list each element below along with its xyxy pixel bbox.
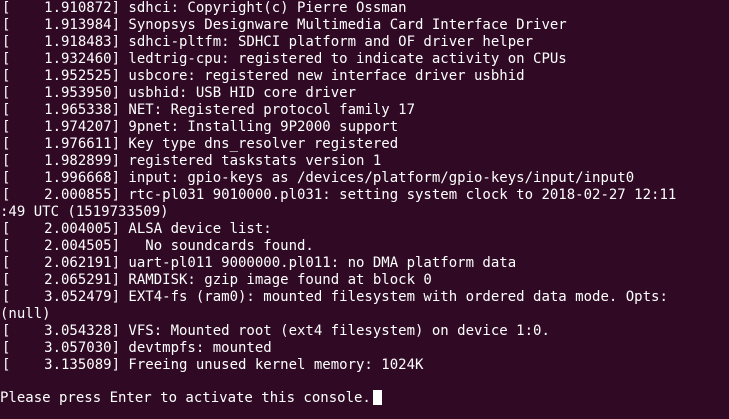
console-prompt: Please press Enter to activate this cons… [0,390,382,407]
terminal-line: [ 1.953950] usbhid: USB HID core driver [2,85,357,101]
terminal-line: [ 1.974207] 9pnet: Installing 9P2000 sup… [2,119,399,135]
terminal-line: [ 1.918483] sdhci-pltfm: SDHCI platform … [2,34,534,50]
terminal-line: :49 UTC (1519733509) [0,204,169,220]
terminal-line: [ 1.913984] Synopsys Designware Multimed… [2,17,567,33]
terminal-line: [ 3.057030] devtmpfs: mounted [2,340,272,356]
terminal-line: [ 3.135089] Freeing unused kernel memory… [2,357,424,373]
terminal-line: (null) [0,306,51,322]
terminal-screen[interactable]: [ 1.910872] sdhci: Copyright(c) Pierre O… [0,0,729,419]
terminal-line: [ 1.910872] sdhci: Copyright(c) Pierre O… [2,0,407,16]
terminal-line: [ 1.952525] usbcore: registered new inte… [2,68,525,84]
terminal-line: [ 1.932460] ledtrig-cpu: registered to i… [2,51,567,67]
terminal-line: [ 1.965338] NET: Registered protocol fam… [2,102,416,118]
terminal-line: [ 2.004505] No soundcards found. [2,238,314,254]
console-prompt-text: Please press Enter to activate this cons… [0,390,371,406]
terminal-line: [ 2.004005] ALSA device list: [2,221,272,237]
terminal-line: [ 1.976611] Key type dns_resolver regist… [2,136,399,152]
terminal-line: [ 2.062191] uart-pl011 9000000.pl011: no… [2,255,517,271]
terminal-line: [ 1.996668] input: gpio-keys as /devices… [2,170,635,186]
terminal-line: [ 2.000855] rtc-pl031 9010000.pl031: set… [2,187,677,203]
terminal-line: [ 3.054328] VFS: Mounted root (ext4 file… [2,323,550,339]
terminal-line: [ 2.065291] RAMDISK: gzip image found at… [2,272,432,288]
terminal-line: [ 3.052479] EXT4-fs (ram0): mounted file… [2,289,668,305]
terminal-line: [ 1.982899] registered taskstats version… [2,153,382,169]
text-cursor [372,390,382,405]
